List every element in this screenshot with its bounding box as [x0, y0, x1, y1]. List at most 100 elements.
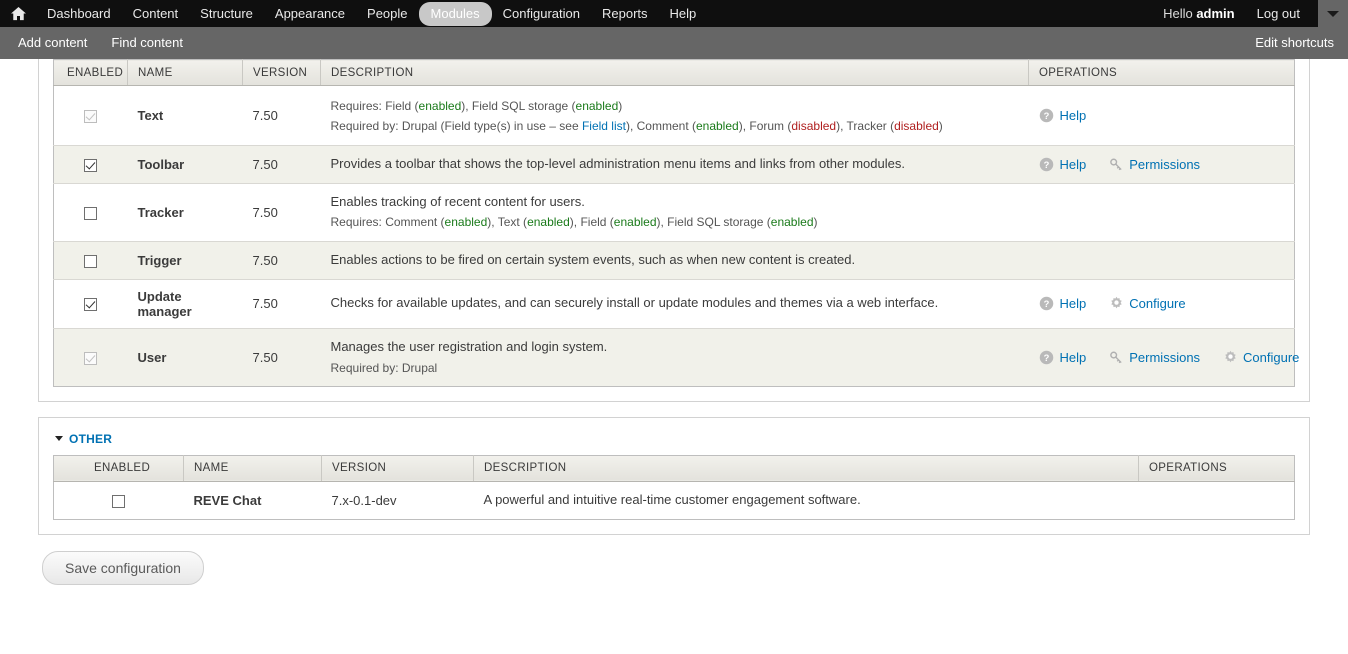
- cell-module-name: Text: [127, 85, 243, 146]
- operation-help-link[interactable]: ? Help: [1039, 156, 1086, 172]
- column-header-name: NAME: [183, 455, 322, 482]
- description-text: ): [618, 99, 623, 113]
- description-requires: Requires: Comment (enabled), Text (enabl…: [331, 214, 1019, 231]
- other-modules-panel: OTHER ENABLED NAME VERSION DESCRIPTION O…: [38, 416, 1310, 535]
- cell-module-name: Tracker: [127, 183, 243, 242]
- column-header-operations: OPERATIONS: [1138, 455, 1295, 482]
- enable-checkbox[interactable]: [84, 298, 98, 312]
- help-icon: ?: [1039, 296, 1055, 312]
- operation-help-link[interactable]: ? Help: [1039, 296, 1087, 312]
- cell-version: 7.50: [242, 279, 321, 329]
- description-text: ), Forum (: [738, 119, 792, 134]
- cell-enabled: [54, 481, 184, 519]
- operation-permissions-link[interactable]: Permissions: [1108, 156, 1200, 172]
- table-row: Trigger 7.50 Enables actions to be fired o…: [53, 241, 1295, 280]
- help-icon: ?: [1039, 107, 1055, 123]
- admin-toolbar-right: Hello admin Log out: [1151, 0, 1348, 27]
- svg-text:?: ?: [1044, 111, 1050, 121]
- home-icon[interactable]: [0, 0, 36, 27]
- key-icon: [1108, 349, 1124, 365]
- operation-configure-link[interactable]: Configure: [1108, 296, 1186, 312]
- menu-item-configuration[interactable]: Configuration: [492, 2, 591, 26]
- menu-item-content[interactable]: Content: [122, 2, 190, 26]
- cell-enabled: [53, 145, 128, 184]
- description-main: Checks for available updates, and can se…: [330, 295, 939, 311]
- cell-description: Enables tracking of recent content for u…: [320, 183, 1029, 242]
- menu-item-structure[interactable]: Structure: [189, 2, 264, 26]
- gear-icon: [1108, 296, 1124, 312]
- svg-text:?: ?: [1044, 299, 1050, 309]
- cell-module-name: Trigger: [127, 241, 243, 280]
- column-header-description: DESCRIPTION: [320, 59, 1029, 86]
- edit-shortcuts[interactable]: Edit shortcuts: [1255, 27, 1334, 59]
- table-header: ENABLED NAME VERSION DESCRIPTION OPERATI…: [53, 59, 1295, 86]
- state-enabled: enabled: [527, 215, 570, 230]
- column-header-version: VERSION: [242, 59, 321, 86]
- description-link[interactable]: Field list: [582, 119, 626, 133]
- column-header-enabled: ENABLED: [53, 59, 128, 86]
- cell-description: Requires: Field (enabled), Field SQL sto…: [320, 85, 1029, 146]
- description-text: ), Field SQL storage (: [461, 99, 576, 113]
- cell-version: 7.50: [242, 85, 321, 146]
- username: admin: [1196, 6, 1235, 21]
- operations-list: ? Help Configure: [1039, 296, 1285, 312]
- description-main: Provides a toolbar that shows the top-le…: [330, 155, 905, 171]
- core-modules-panel: ENABLED NAME VERSION DESCRIPTION OPERATI…: [38, 59, 1310, 402]
- save-configuration-button[interactable]: Save configuration: [42, 550, 204, 585]
- state-disabled: disabled: [894, 119, 939, 134]
- chevron-down-icon[interactable]: [1318, 0, 1348, 27]
- menu-item-modules[interactable]: Modules: [418, 1, 492, 26]
- cell-module-name: REVE Chat: [193, 492, 262, 508]
- enable-checkbox[interactable]: [84, 206, 98, 220]
- column-header-name: NAME: [127, 59, 243, 86]
- shortcut-find-content[interactable]: Find content: [99, 27, 195, 59]
- cell-description: Enables actions to be fired on certain s…: [320, 241, 1029, 280]
- enable-checkbox[interactable]: [112, 494, 126, 508]
- operation-label: Help: [1059, 296, 1087, 312]
- edit-shortcuts-link[interactable]: Edit shortcuts: [1255, 35, 1334, 50]
- state-enabled: enabled: [613, 215, 657, 230]
- description-text: Drupal: [401, 360, 438, 375]
- operation-help-link[interactable]: ? Help: [1039, 107, 1086, 123]
- enable-checkbox[interactable]: [84, 254, 98, 268]
- table-row: REVE Chat 7.x-0.1-dev A powerful and intui…: [53, 481, 1295, 520]
- menu-item-help[interactable]: Help: [659, 2, 708, 26]
- description-main: Enables actions to be fired on certain s…: [330, 251, 856, 267]
- other-modules-body: REVE Chat 7.x-0.1-dev A powerful and intui…: [53, 481, 1295, 520]
- cell-operations: [1028, 241, 1295, 280]
- cell-operations: [1139, 481, 1295, 519]
- cell-description: Manages the user registration and login …: [321, 328, 1029, 386]
- cell-enabled: [53, 279, 128, 329]
- menu-item-people[interactable]: People: [356, 2, 418, 26]
- description-text: Comment (: [385, 215, 445, 230]
- shortcut-add-content[interactable]: Add content: [0, 27, 99, 59]
- description-text: ), Field (: [569, 215, 614, 230]
- table-header-row: ENABLED NAME VERSION DESCRIPTION OPERATI…: [53, 59, 1295, 86]
- operation-configure-link[interactable]: Configure: [1222, 349, 1299, 365]
- cell-description: A powerful and intuitive real-time custo…: [474, 481, 1139, 519]
- required-by-label: Required by:: [330, 360, 402, 375]
- operation-label: Configure: [1129, 296, 1186, 312]
- logout-link[interactable]: Log out: [1247, 6, 1310, 21]
- column-header-version: VERSION: [321, 455, 474, 482]
- column-header-enabled: ENABLED: [53, 455, 184, 482]
- cell-description: Provides a toolbar that shows the top-le…: [320, 145, 1029, 184]
- operation-permissions-link[interactable]: Permissions: [1108, 349, 1200, 365]
- enable-checkbox[interactable]: [84, 158, 98, 172]
- cell-operations: ? Help Configure: [1028, 279, 1295, 329]
- menu-item-appearance[interactable]: Appearance: [264, 2, 356, 26]
- other-section-toggle[interactable]: OTHER: [53, 428, 1295, 455]
- svg-text:?: ?: [1044, 160, 1050, 170]
- required-by-label: Required by:: [330, 119, 402, 134]
- description-text: Drupal (Field type(s) in use – see: [401, 119, 582, 134]
- operation-help-link[interactable]: ? Help: [1039, 349, 1086, 365]
- menu-item-dashboard[interactable]: Dashboard: [36, 2, 122, 26]
- operations-list: ? Help Permissions Configure: [1039, 349, 1299, 365]
- enable-checkbox: [84, 351, 98, 365]
- gear-icon: [1222, 349, 1238, 365]
- shortcut-bar: Add content Find content Edit shortcuts: [0, 27, 1348, 59]
- column-header-description: DESCRIPTION: [473, 455, 1139, 482]
- state-enabled: enabled: [418, 99, 462, 113]
- enable-checkbox: [84, 109, 98, 123]
- menu-item-reports[interactable]: Reports: [591, 2, 659, 26]
